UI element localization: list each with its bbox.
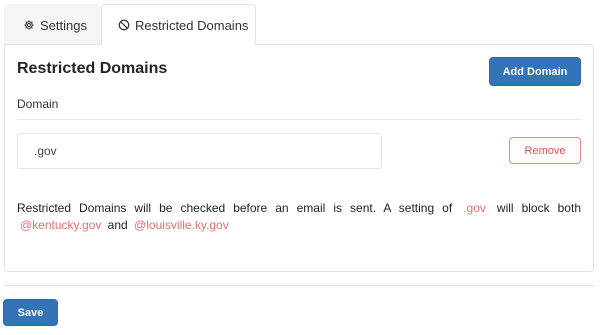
tab-bar: Settings Restricted Domains: [4, 4, 256, 45]
divider: [17, 119, 581, 120]
gear-icon: [23, 19, 35, 31]
help-text-part2: will block both: [496, 201, 581, 215]
domain-input[interactable]: [17, 133, 382, 169]
remove-domain-button[interactable]: Remove: [509, 137, 581, 164]
footer-divider: [4, 285, 594, 286]
tab-settings-label: Settings: [40, 17, 87, 33]
example-email-2: @louisville.ky.gov: [134, 218, 229, 232]
panel-title: Restricted Domains: [17, 60, 168, 77]
example-setting: .gov: [463, 201, 486, 215]
tab-restricted-domains-label: Restricted Domains: [135, 17, 249, 33]
domain-column-label: Domain: [17, 97, 59, 111]
tab-settings[interactable]: Settings: [4, 4, 101, 45]
restricted-domains-panel: Restricted Domains Add Domain Domain Rem…: [4, 44, 594, 272]
help-text-and: and: [107, 218, 128, 232]
add-domain-button[interactable]: Add Domain: [489, 57, 581, 86]
help-text: Restricted Domains will be checked befor…: [17, 200, 581, 234]
example-email-1: @kentucky.gov: [20, 218, 102, 232]
ban-icon: [118, 19, 130, 31]
help-text-part1: Restricted Domains will be checked befor…: [17, 201, 453, 215]
tab-restricted-domains[interactable]: Restricted Domains: [101, 4, 256, 45]
save-button[interactable]: Save: [3, 299, 58, 326]
